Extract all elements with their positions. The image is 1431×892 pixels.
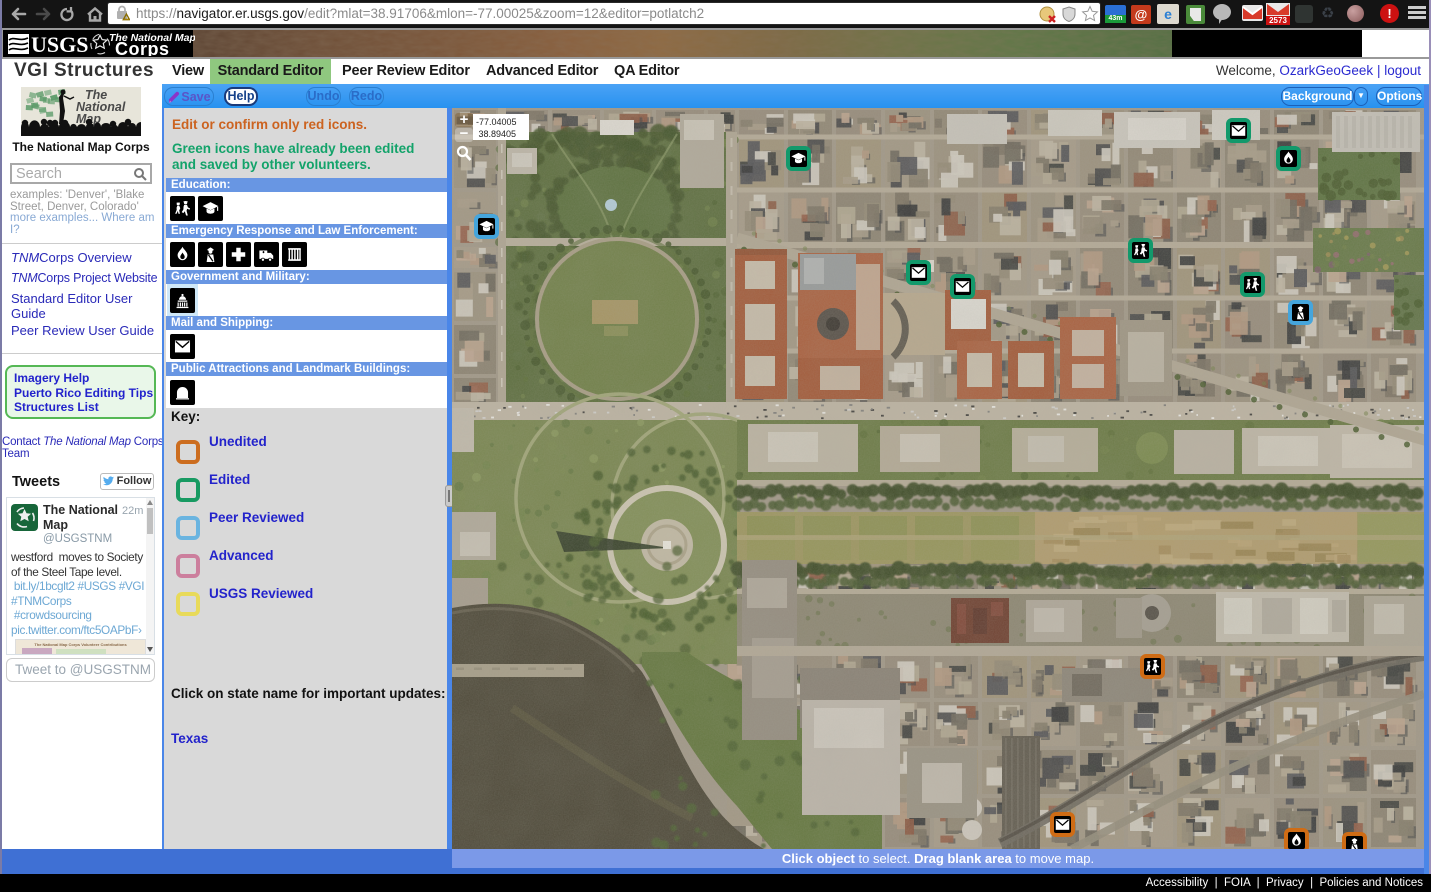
svg-text:USGS: USGS bbox=[31, 32, 88, 56]
svg-text:Corps: Corps bbox=[115, 39, 170, 56]
